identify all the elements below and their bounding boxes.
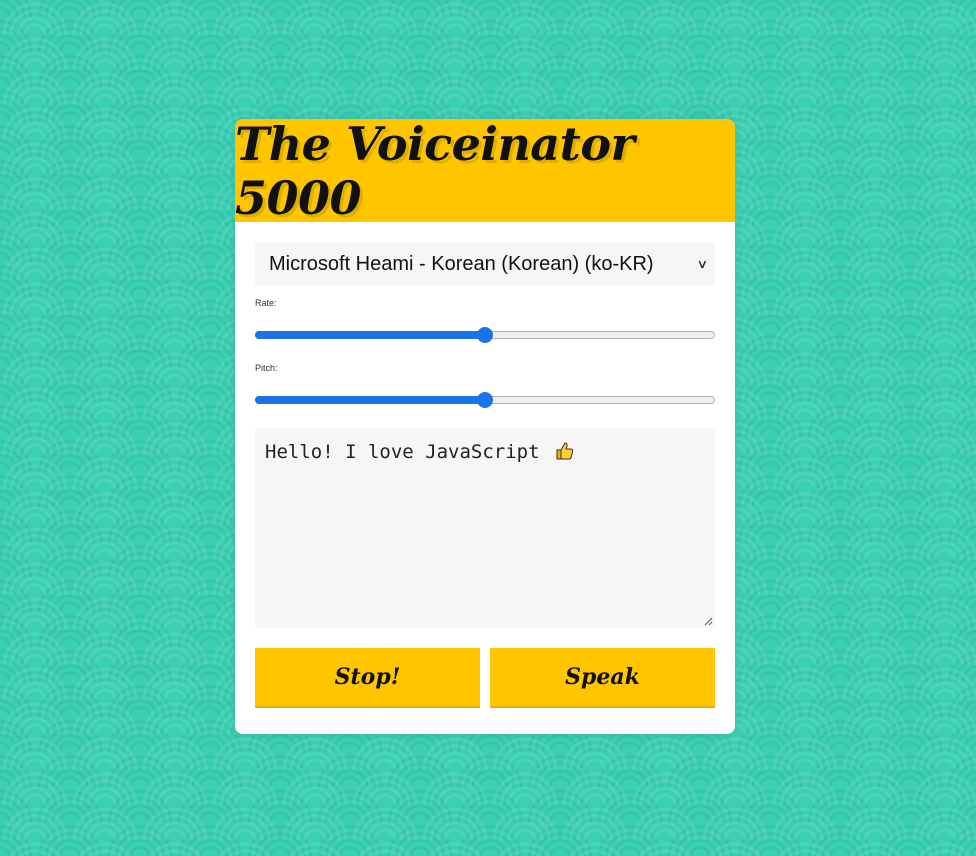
rate-slider-fill xyxy=(255,331,485,339)
title-bar: The Voiceinator 5000 xyxy=(235,119,735,225)
voice-select[interactable]: Microsoft Heami - Korean (Korean) (ko-KR… xyxy=(255,242,715,286)
speech-text-value: Hello! I love JavaScript xyxy=(265,441,540,463)
pitch-slider-fill xyxy=(255,396,485,404)
rate-slider[interactable] xyxy=(255,325,715,345)
pitch-label: Pitch: xyxy=(255,363,278,373)
thumbs-up-icon xyxy=(556,442,574,460)
pitch-slider[interactable] xyxy=(255,390,715,410)
app-title: The Voiceinator 5000 xyxy=(235,119,635,225)
voiceinator-card: The Voiceinator 5000 Microsoft Heami - K… xyxy=(235,119,735,734)
pitch-slider-thumb[interactable] xyxy=(477,392,493,408)
rate-label: Rate: xyxy=(255,298,277,308)
chevron-down-icon: ∨ xyxy=(696,257,709,271)
controls-area: Microsoft Heami - Korean (Korean) (ko-KR… xyxy=(235,222,735,708)
stop-button[interactable]: Stop! xyxy=(255,648,480,708)
voice-select-value: Microsoft Heami - Korean (Korean) (ko-KR… xyxy=(269,252,654,275)
speak-button[interactable]: Speak xyxy=(490,648,715,708)
speech-text-input[interactable]: Hello! I love JavaScript xyxy=(255,428,715,628)
button-row: Stop! Speak xyxy=(255,648,715,708)
rate-slider-thumb[interactable] xyxy=(477,327,493,343)
resize-handle-icon[interactable] xyxy=(703,616,713,626)
